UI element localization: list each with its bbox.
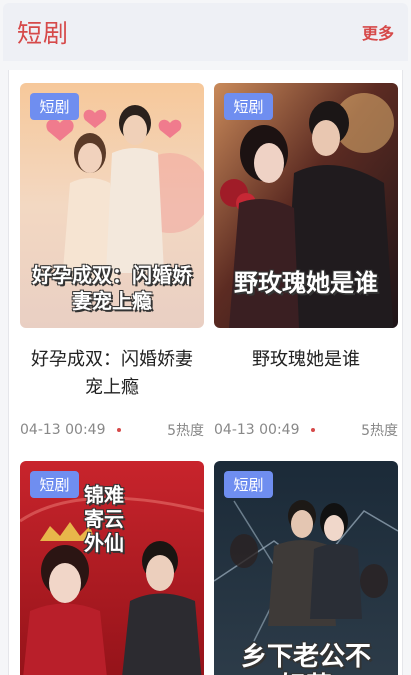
drama-poster: 短剧 好孕成双：闪婚娇妻宠上瘾 (20, 83, 204, 328)
drama-date: 04-13 00:49 (20, 422, 106, 438)
dot-icon (311, 428, 316, 432)
section-title: 短剧 (17, 19, 70, 48)
dot-icon (117, 428, 122, 432)
drama-grid: 短剧 好孕成双：闪婚娇妻宠上瘾 好孕成双：闪婚娇妻宠上瘾 04-13 00:49… (8, 70, 403, 675)
poster-caption: 锦难寄云外仙 (84, 483, 124, 555)
drama-title: 好孕成双：闪婚娇妻宠上瘾 (31, 349, 193, 398)
drama-meta: 04-13 00:49 5热度 (20, 420, 204, 440)
drama-title: 野玫瑰她是谁 (252, 349, 360, 370)
poster-caption: 野玫瑰她是谁 (234, 268, 378, 297)
drama-date: 04-13 00:49 (214, 422, 300, 438)
drama-card[interactable]: 短剧 锦难寄云外仙 (20, 461, 204, 675)
drama-heat: 5热度 (167, 423, 204, 439)
drama-poster: 短剧 乡下老公不好惹 (214, 461, 398, 675)
more-link[interactable]: 更多 (362, 20, 394, 44)
drama-poster: 短剧 野玫瑰她是谁 (214, 83, 398, 328)
drama-tag: 短剧 (30, 471, 79, 498)
section-header: 短剧 更多 (3, 3, 408, 61)
drama-tag: 短剧 (30, 93, 79, 120)
drama-poster: 短剧 锦难寄云外仙 (20, 461, 204, 675)
drama-meta: 04-13 00:49 5热度 (214, 420, 398, 440)
drama-tag: 短剧 (224, 93, 273, 120)
poster-caption: 好孕成双：闪婚娇妻宠上瘾 (32, 263, 192, 313)
drama-heat: 5热度 (361, 423, 398, 439)
drama-tag: 短剧 (224, 471, 273, 498)
drama-card[interactable]: 短剧 野玫瑰她是谁 野玫瑰她是谁 04-13 00:49 5热度 (214, 83, 398, 440)
poster-caption: 乡下老公不好惹 (240, 642, 371, 675)
drama-card[interactable]: 短剧 好孕成双：闪婚娇妻宠上瘾 好孕成双：闪婚娇妻宠上瘾 04-13 00:49… (20, 83, 204, 440)
drama-card[interactable]: 短剧 乡下老公不好惹 (214, 461, 398, 675)
